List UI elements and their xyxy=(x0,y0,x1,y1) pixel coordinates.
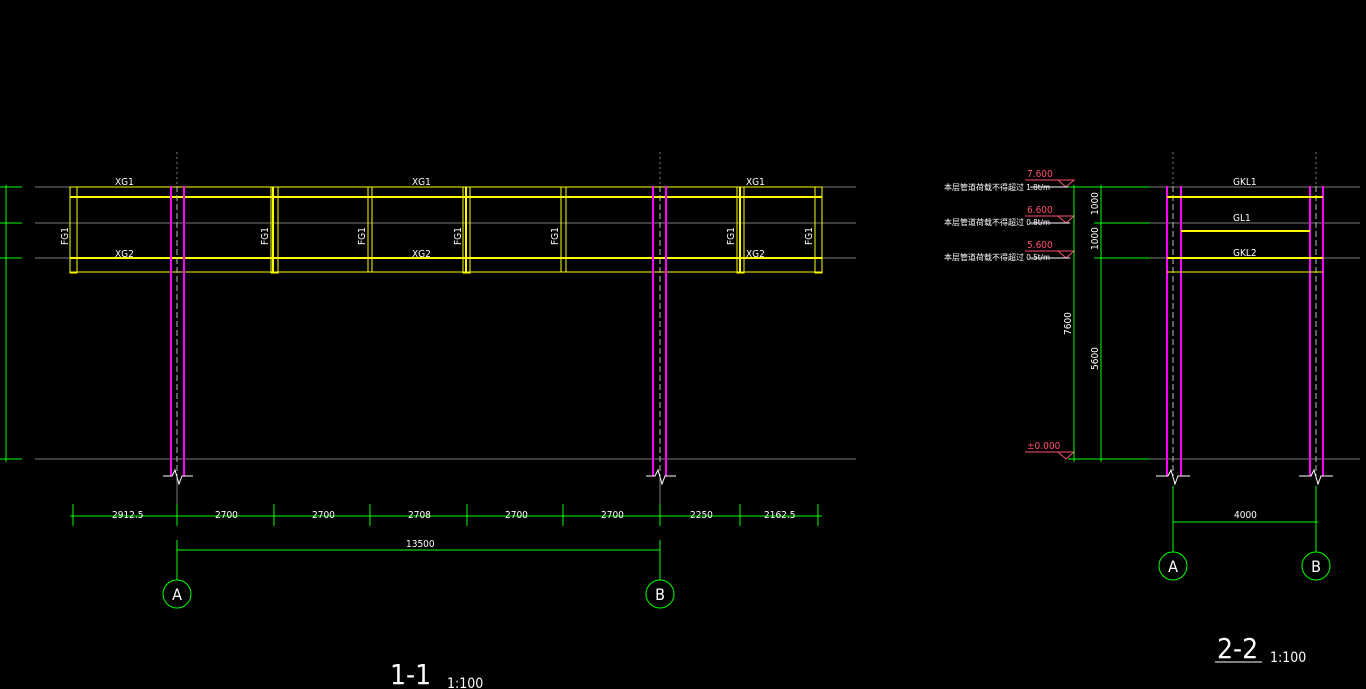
svg-text:B: B xyxy=(655,585,665,604)
vdim-1000-mid: 1000 xyxy=(1090,227,1101,250)
svg-text:FG1: FG1 xyxy=(60,227,71,245)
beam-label-xg2-mid: XG2 xyxy=(412,249,431,260)
elevation-0000: ±0.000 xyxy=(1027,441,1061,452)
column-break-marks-2 xyxy=(1156,468,1333,486)
svg-text:FG1: FG1 xyxy=(357,227,368,245)
axis-bubble-a: A xyxy=(162,579,192,609)
column-break-marks xyxy=(163,468,676,486)
span-dim-4: 2708 xyxy=(408,510,431,521)
section-1-title: 1-1 xyxy=(390,658,431,689)
span-dim-7: 2250 xyxy=(690,510,713,521)
total-dim: 13500 xyxy=(406,539,435,550)
vdim-7600: 7600 xyxy=(1063,312,1074,335)
elevation-7600: 7.600 xyxy=(1027,169,1053,180)
beam-label-gkl1: GKL1 xyxy=(1233,177,1257,188)
beams-2 xyxy=(1167,196,1323,273)
beam-label-xg1-left: XG1 xyxy=(115,177,134,188)
axis-bubble-b: B xyxy=(645,579,675,609)
beam-frame xyxy=(69,186,823,274)
axis-bubble-a-2: A xyxy=(1158,551,1188,581)
vertical-dimensions-2 xyxy=(1068,185,1150,462)
axis-bubble-b-2: B xyxy=(1301,551,1331,581)
load-note-1: 本层管道荷载不得超过 1.8t/m xyxy=(944,182,1050,192)
beam-label-xg2-left: XG2 xyxy=(115,249,134,260)
post-labels: FG1 FG1 FG1 FG1 FG1 FG1 FG1 xyxy=(60,227,815,245)
svg-text:A: A xyxy=(1168,557,1178,576)
span-dim-5: 2700 xyxy=(505,510,528,521)
svg-text:B: B xyxy=(1311,557,1321,576)
svg-text:FG1: FG1 xyxy=(453,227,464,245)
beam-label-gkl2: GKL2 xyxy=(1233,248,1257,259)
section-1-scale: 1:100 xyxy=(447,676,483,689)
span-dim-1: 2912.5 xyxy=(112,510,143,521)
beam-label-xg1-right: XG1 xyxy=(746,177,765,188)
column-centerlines xyxy=(176,186,661,476)
reference-lines-2 xyxy=(1130,152,1360,460)
columns xyxy=(170,186,667,476)
load-note-3: 本层管道荷载不得超过 0.5t/m xyxy=(944,252,1050,262)
reference-lines xyxy=(35,152,856,520)
load-note-2: 本层管道荷载不得超过 0.8t/m xyxy=(944,217,1050,227)
cad-drawing-canvas: XG1 XG1 XG1 XG2 XG2 XG2 FG1 FG1 FG1 FG1 … xyxy=(0,152,1360,689)
vdim-1000-top: 1000 xyxy=(1090,192,1101,215)
beam-label-xg2-right: XG2 xyxy=(746,249,765,260)
svg-text:FG1: FG1 xyxy=(260,227,271,245)
beam-label-gl1: GL1 xyxy=(1233,213,1251,224)
span-dim-8: 2162.5 xyxy=(764,510,795,521)
elevation-5600: 5.600 xyxy=(1027,240,1053,251)
columns-2 xyxy=(1166,186,1324,476)
svg-text:FG1: FG1 xyxy=(804,227,815,245)
svg-text:FG1: FG1 xyxy=(726,227,737,245)
beam-label-xg1-mid: XG1 xyxy=(412,177,431,188)
span-dim-2: 2700 xyxy=(215,510,238,521)
left-vertical-dimension xyxy=(0,185,22,462)
section-1-1: XG1 XG1 XG1 XG2 XG2 XG2 FG1 FG1 FG1 FG1 … xyxy=(0,152,856,689)
section-2-title: 2-2 xyxy=(1217,632,1258,665)
svg-text:FG1: FG1 xyxy=(550,227,561,245)
vdim-5600: 5600 xyxy=(1090,347,1101,370)
svg-text:A: A xyxy=(172,585,182,604)
span-dim-3: 2700 xyxy=(312,510,335,521)
span-dim-6: 2700 xyxy=(601,510,624,521)
section-2-2: 7.600 6.600 5.600 ±0.000 本层管道荷载不得超过 1.8t… xyxy=(944,152,1360,666)
elevation-6600: 6.600 xyxy=(1027,205,1053,216)
column-centerlines-2 xyxy=(1172,186,1317,476)
width-dim: 4000 xyxy=(1234,510,1257,521)
section-2-scale: 1:100 xyxy=(1270,650,1306,666)
